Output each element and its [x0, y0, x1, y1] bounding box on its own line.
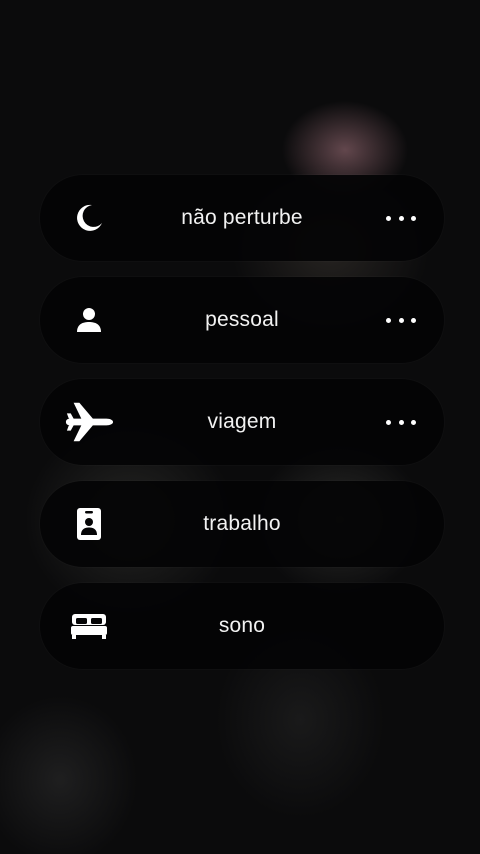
- mode-travel[interactable]: viagem: [40, 379, 444, 465]
- focus-mode-list: não perturbe pessoal viagem trabalho son…: [40, 175, 444, 685]
- more-options-icon[interactable]: [386, 412, 416, 432]
- mode-label: trabalho: [203, 512, 281, 535]
- more-options-icon[interactable]: [386, 310, 416, 330]
- mode-label: viagem: [207, 410, 277, 433]
- mode-work[interactable]: trabalho: [40, 481, 444, 567]
- more-options-icon[interactable]: [386, 208, 416, 228]
- mode-sleep[interactable]: sono: [40, 583, 444, 669]
- mode-label: sono: [218, 614, 266, 637]
- mode-label: pessoal: [205, 308, 279, 331]
- mode-personal[interactable]: pessoal: [40, 277, 444, 363]
- mode-do-not-disturb[interactable]: não perturbe: [40, 175, 444, 261]
- mode-label: não perturbe: [181, 206, 303, 229]
